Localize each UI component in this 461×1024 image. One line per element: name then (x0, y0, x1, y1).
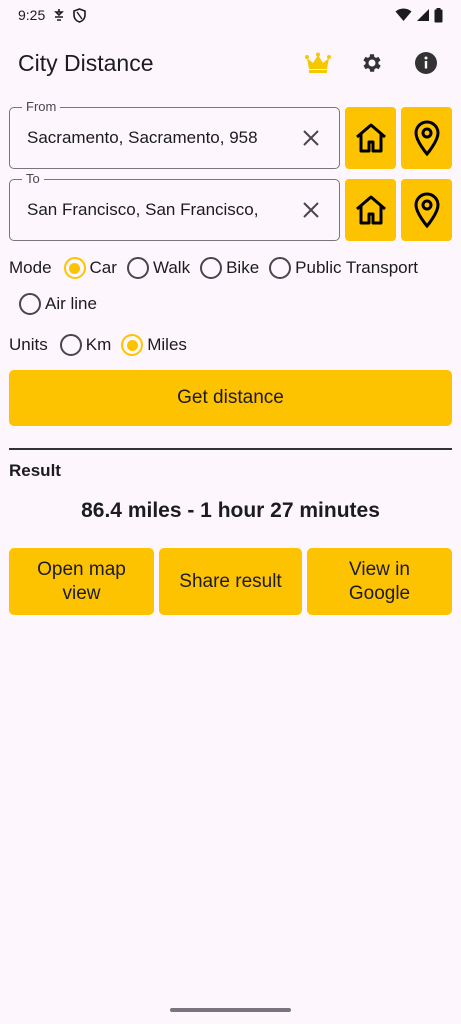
info-button[interactable] (409, 46, 443, 80)
units-group: Units Km Miles (9, 334, 197, 356)
battery-icon (434, 7, 443, 23)
units-label: Units (9, 335, 48, 354)
from-clear-button[interactable] (299, 126, 323, 150)
mode-group: Mode Car Walk Bike Public Transport (9, 257, 418, 279)
to-home-button[interactable] (345, 179, 396, 241)
info-icon (415, 52, 437, 74)
from-field[interactable]: From Sacramento, Sacramento, 958 (9, 99, 340, 169)
units-km-label: Km (85, 335, 112, 354)
get-distance-button[interactable]: Get distance (9, 370, 452, 426)
mode-option-walk[interactable]: Walk (126, 257, 191, 279)
mode-air-line-label: Air line (45, 294, 97, 313)
to-label: To (22, 171, 44, 186)
location-pin-icon (413, 192, 440, 228)
from-label: From (22, 99, 61, 114)
settings-icon (363, 54, 381, 72)
gesture-nav-handle[interactable] (170, 1008, 291, 1012)
from-row: From Sacramento, Sacramento, 958 (9, 99, 452, 169)
crown-icon (305, 52, 331, 73)
mode-option-bike[interactable]: Bike (200, 257, 259, 279)
mode-label: Mode (9, 258, 52, 277)
mode-option-public-transport[interactable]: Public Transport (269, 257, 418, 279)
radio-walk[interactable] (126, 257, 149, 279)
app-title: City Distance (18, 49, 154, 76)
close-icon (303, 130, 319, 146)
to-input[interactable]: San Francisco, San Francisco, (27, 200, 287, 220)
signal-icon (416, 8, 430, 22)
mode-car-label: Car (89, 258, 117, 277)
to-row: To San Francisco, San Francisco, (9, 171, 452, 241)
from-location-button[interactable] (401, 107, 452, 169)
shield-icon (73, 7, 87, 23)
location-pin-icon (413, 120, 440, 156)
mode-public-transport-label: Public Transport (295, 258, 419, 277)
to-clear-button[interactable] (299, 198, 323, 222)
mode-walk-label: Walk (152, 258, 191, 277)
radio-km[interactable] (59, 334, 82, 356)
result-text: 86.4 miles - 1 hour 27 minutes (81, 499, 380, 522)
to-field[interactable]: To San Francisco, San Francisco, (9, 171, 340, 241)
settings-button[interactable] (355, 46, 389, 80)
units-option-miles[interactable]: Miles (121, 334, 187, 356)
sync-icon (53, 8, 65, 22)
premium-crown-button[interactable] (301, 46, 335, 80)
mode-option-air-line[interactable]: Air line (19, 293, 97, 315)
from-home-button[interactable] (345, 107, 396, 169)
app-bar: City Distance (0, 40, 461, 86)
mode-bike-label: Bike (226, 258, 260, 277)
units-option-km[interactable]: Km (59, 334, 112, 356)
close-icon (303, 202, 319, 218)
result-heading: Result (9, 461, 61, 480)
view-in-google-button[interactable]: View in Google (307, 548, 452, 615)
radio-miles[interactable] (121, 334, 144, 356)
from-input[interactable]: Sacramento, Sacramento, 958 (27, 128, 287, 148)
units-miles-label: Miles (147, 335, 187, 354)
to-location-button[interactable] (401, 179, 452, 241)
radio-public-transport[interactable] (269, 257, 292, 279)
status-time: 9:25 (18, 7, 46, 23)
wifi-icon (395, 8, 412, 22)
result-actions: Open map view Share result View in Googl… (9, 548, 452, 615)
radio-air-line[interactable] (19, 293, 41, 315)
status-bar: 9:25 (0, 0, 461, 30)
radio-car[interactable] (63, 257, 86, 279)
mode-group-line2: Air line (19, 293, 107, 315)
home-icon (355, 123, 386, 153)
mode-option-car[interactable]: Car (63, 257, 117, 279)
share-result-button[interactable]: Share result (159, 548, 302, 615)
home-icon (355, 195, 386, 225)
divider (9, 448, 452, 450)
radio-bike[interactable] (200, 257, 223, 279)
open-map-view-button[interactable]: Open map view (9, 548, 154, 615)
